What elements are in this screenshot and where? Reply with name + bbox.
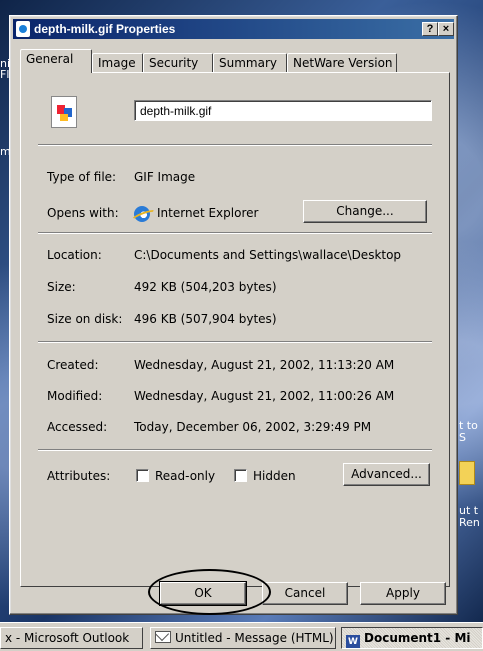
taskbar-item-label: Untitled - Message (HTML) (175, 631, 334, 645)
change-button[interactable]: Change... (303, 200, 427, 223)
location-value: C:\Documents and Settings\wallace\Deskto… (134, 248, 402, 262)
close-button[interactable]: × (438, 22, 454, 36)
tab-general[interactable]: General (20, 49, 92, 73)
divider (38, 232, 432, 234)
folder-icon[interactable] (459, 461, 475, 485)
desktop-text-fragment: Ren (459, 516, 480, 529)
general-tab-panel (20, 72, 450, 587)
tab-image[interactable]: Image (92, 53, 143, 72)
word-document-icon: W (346, 635, 360, 648)
modified-value: Wednesday, August 21, 2002, 11:00:26 AM (134, 389, 395, 403)
properties-dialog: depth-milk.gif Properties ? × General Im… (9, 15, 458, 615)
desktop-text-fragment: Fl (0, 68, 10, 81)
apply-button[interactable]: Apply (360, 582, 446, 605)
size-on-disk-label: Size on disk: (47, 312, 123, 326)
location-label: Location: (47, 248, 102, 262)
gif-file-icon (16, 21, 30, 37)
size-on-disk-value: 496 KB (507,904 bytes) (134, 312, 277, 326)
file-name-input[interactable] (134, 100, 432, 121)
type-of-file-label: Type of file: (47, 170, 117, 184)
size-label: Size: (47, 280, 76, 294)
internet-explorer-icon (134, 206, 150, 222)
tab-security[interactable]: Security (143, 53, 213, 72)
window-title: depth-milk.gif Properties (34, 22, 176, 36)
taskbar-item-message[interactable]: Untitled - Message (HTML) (150, 627, 336, 649)
desktop-text-fragment: S (459, 431, 466, 444)
desktop-text-fragment: t to (459, 419, 478, 432)
advanced-button[interactable]: Advanced... (343, 463, 430, 486)
read-only-checkbox[interactable] (136, 469, 149, 482)
accessed-label: Accessed: (47, 420, 108, 434)
divider (38, 144, 432, 146)
taskbar-item-label: Document1 - Mi (364, 631, 471, 645)
taskbar: x - Microsoft Outlook Untitled - Message… (0, 622, 483, 651)
hidden-label[interactable]: Hidden (253, 469, 296, 483)
attributes-label: Attributes: (47, 469, 111, 483)
taskbar-item-outlook[interactable]: x - Microsoft Outlook (0, 627, 143, 649)
taskbar-item-document[interactable]: W Document1 - Mi (341, 627, 483, 649)
tab-summary[interactable]: Summary (213, 53, 287, 72)
read-only-label[interactable]: Read-only (155, 469, 215, 483)
ok-button[interactable]: OK (159, 581, 247, 606)
divider (38, 341, 432, 343)
size-value: 492 KB (504,203 bytes) (134, 280, 277, 294)
help-button[interactable]: ? (422, 22, 438, 36)
type-of-file-value: GIF Image (134, 170, 196, 184)
opens-with-label: Opens with: (47, 206, 119, 220)
envelope-icon (155, 631, 171, 643)
hidden-checkbox[interactable] (234, 469, 247, 482)
modified-label: Modified: (47, 389, 103, 403)
cancel-button[interactable]: Cancel (262, 582, 348, 605)
taskbar-item-label: x - Microsoft Outlook (5, 631, 130, 645)
desktop-text-fragment: ut t (459, 504, 479, 517)
divider (38, 449, 432, 451)
created-value: Wednesday, August 21, 2002, 11:13:20 AM (134, 358, 395, 372)
created-label: Created: (47, 358, 99, 372)
tab-netware-version[interactable]: NetWare Version (287, 53, 397, 72)
gif-image-icon (51, 96, 77, 128)
accessed-value: Today, December 06, 2002, 3:29:49 PM (134, 420, 372, 434)
opens-with-value: Internet Explorer (157, 206, 259, 220)
title-bar[interactable]: depth-milk.gif Properties ? × (13, 19, 454, 39)
